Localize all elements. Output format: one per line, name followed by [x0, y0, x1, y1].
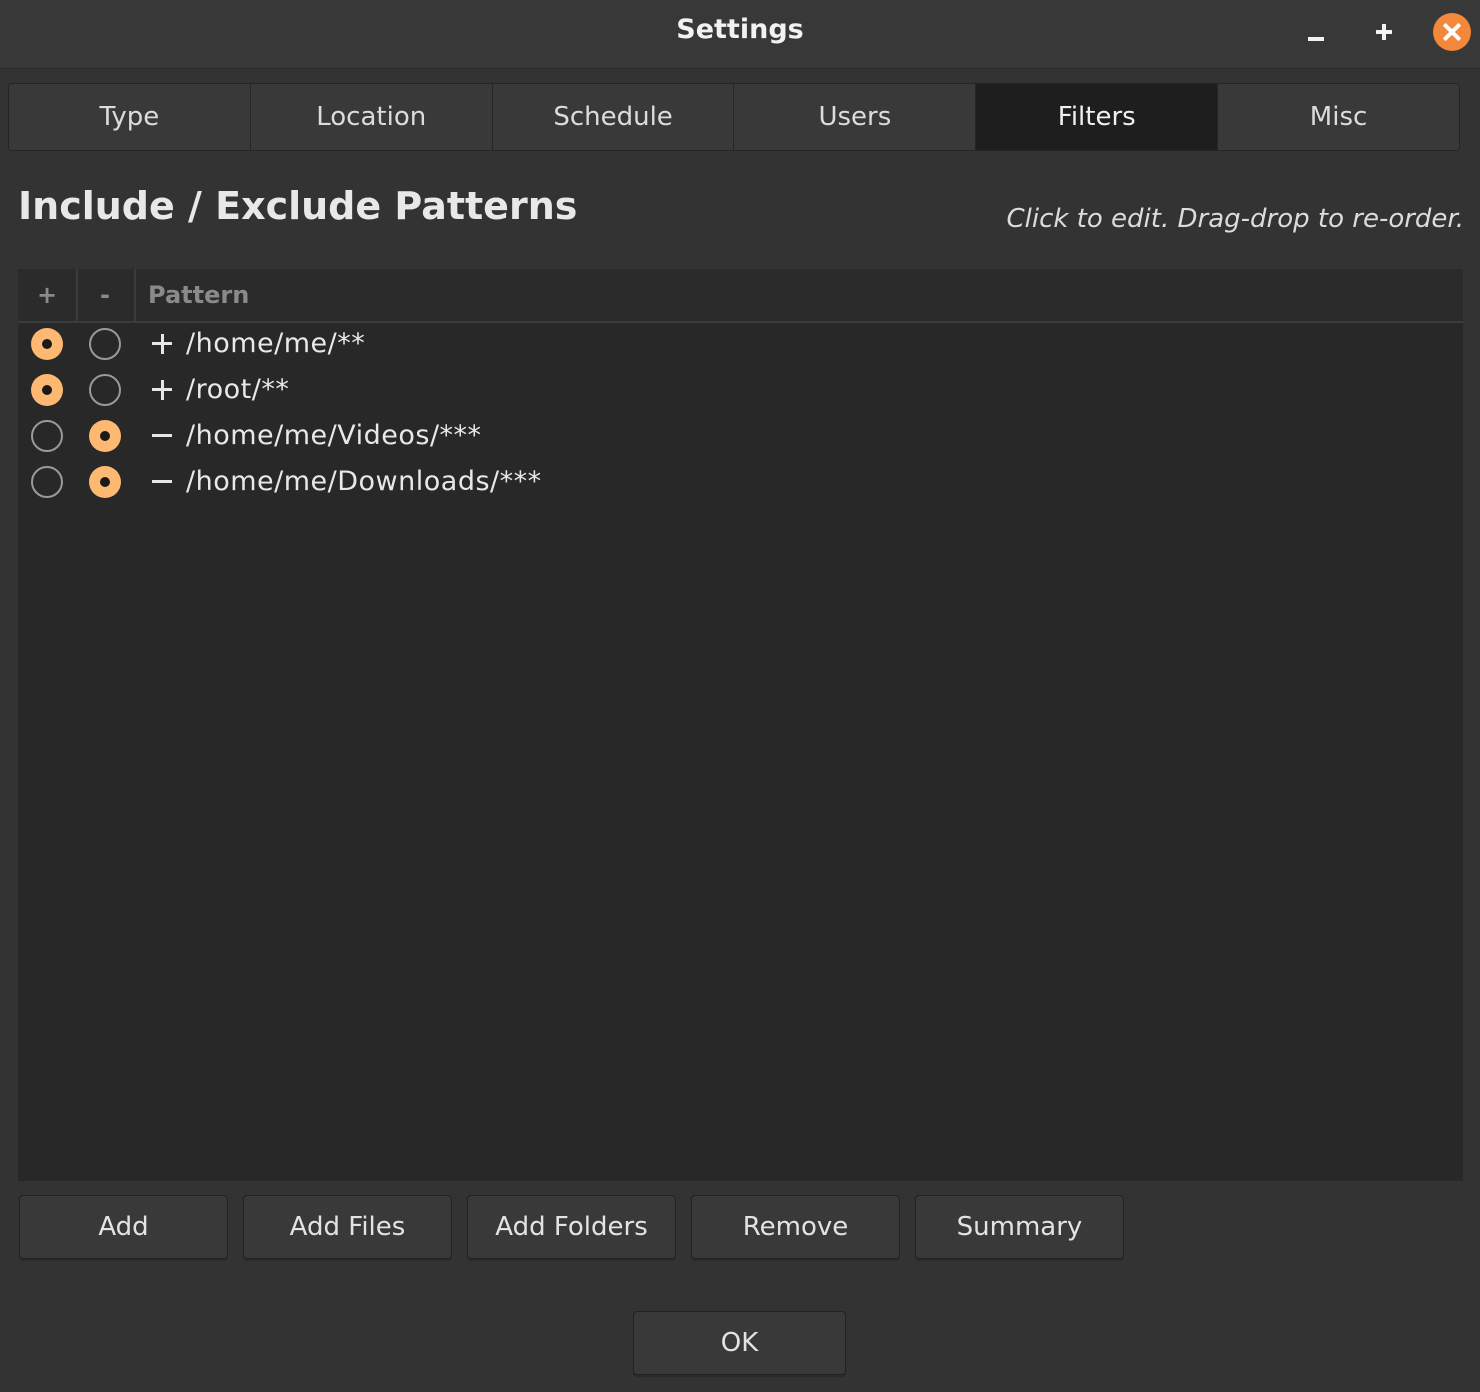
tab-schedule[interactable]: Schedule: [492, 84, 735, 150]
table-row[interactable]: /home/me/**: [18, 321, 1463, 367]
summary-button[interactable]: Summary: [915, 1195, 1124, 1259]
remove-button[interactable]: Remove: [691, 1195, 900, 1259]
pattern-text[interactable]: /home/me/Videos/***: [186, 413, 482, 459]
include-radio[interactable]: [31, 328, 63, 360]
add-files-button[interactable]: Add Files: [243, 1195, 452, 1259]
column-header-exclude[interactable]: -: [76, 269, 136, 321]
tab-bar: Type Location Schedule Users Filters Mis…: [8, 83, 1460, 151]
title-bar: Settings: [0, 0, 1480, 69]
pattern-text[interactable]: /home/me/**: [186, 321, 365, 367]
column-header-pattern[interactable]: Pattern: [148, 269, 249, 321]
minus-icon: [150, 424, 174, 448]
maximize-icon[interactable]: [1365, 13, 1403, 51]
tab-misc[interactable]: Misc: [1218, 84, 1459, 150]
exclude-radio[interactable]: [89, 420, 121, 452]
table-row[interactable]: /root/**: [18, 367, 1463, 413]
section-heading: Include / Exclude Patterns: [18, 184, 578, 228]
add-folders-button[interactable]: Add Folders: [467, 1195, 676, 1259]
ok-button[interactable]: OK: [633, 1311, 846, 1375]
table-header: + - Pattern: [18, 269, 1463, 323]
patterns-table: + - Pattern /home/me/** /root/** /home/m…: [18, 269, 1463, 1181]
minus-icon: [150, 470, 174, 494]
table-row[interactable]: /home/me/Downloads/***: [18, 459, 1463, 505]
exclude-radio[interactable]: [89, 374, 121, 406]
column-header-include[interactable]: +: [18, 269, 78, 321]
edit-hint: Click to edit. Drag-drop to re-order.: [1006, 204, 1464, 234]
tab-users[interactable]: Users: [734, 84, 977, 150]
minimize-icon[interactable]: [1297, 13, 1335, 51]
window-title: Settings: [676, 14, 804, 45]
plus-icon: [150, 378, 174, 402]
tab-type[interactable]: Type: [9, 84, 251, 150]
tab-location[interactable]: Location: [250, 84, 493, 150]
plus-icon: [150, 332, 174, 356]
add-button[interactable]: Add: [19, 1195, 228, 1259]
exclude-radio[interactable]: [89, 328, 121, 360]
include-radio[interactable]: [31, 374, 63, 406]
settings-window: Settings Type Location Schedule Users Fi…: [0, 0, 1480, 1392]
pattern-text[interactable]: /root/**: [186, 367, 289, 413]
include-radio[interactable]: [31, 466, 63, 498]
exclude-radio[interactable]: [89, 466, 121, 498]
close-icon[interactable]: [1433, 13, 1471, 51]
include-radio[interactable]: [31, 420, 63, 452]
pattern-text[interactable]: /home/me/Downloads/***: [186, 459, 542, 505]
tab-filters[interactable]: Filters: [976, 84, 1219, 150]
table-row[interactable]: /home/me/Videos/***: [18, 413, 1463, 459]
